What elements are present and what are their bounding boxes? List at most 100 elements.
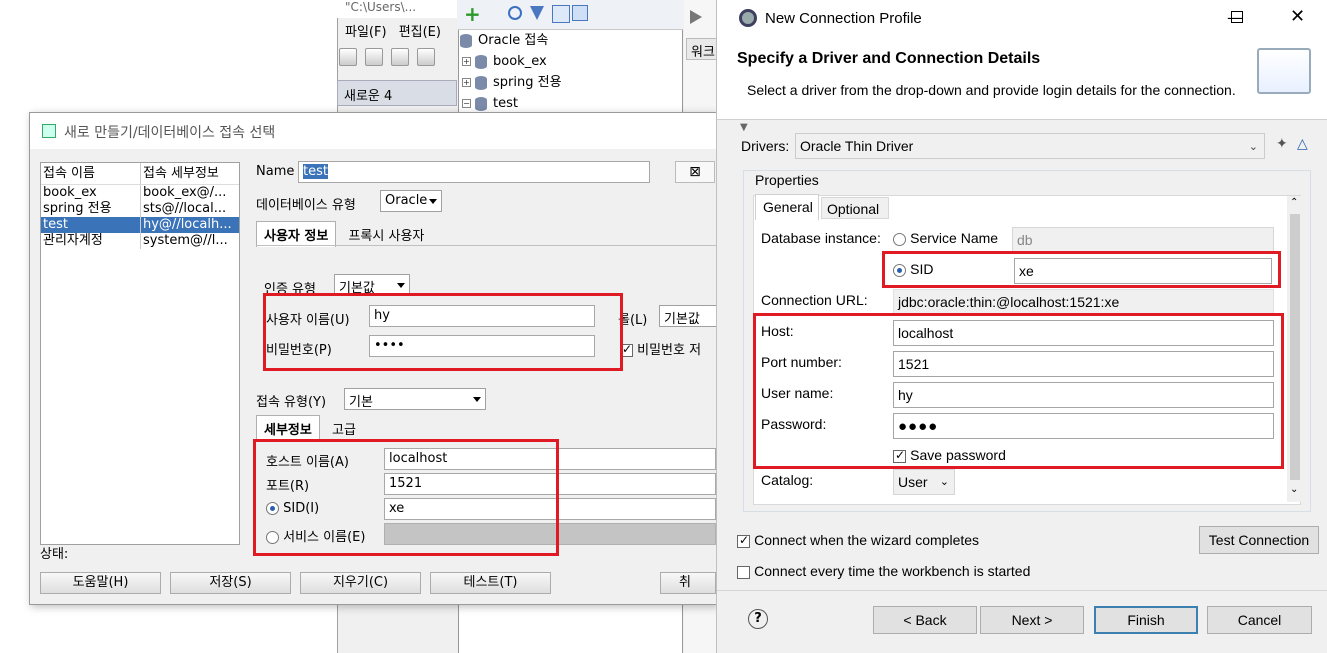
connect-wizard-checkbox[interactable] xyxy=(737,533,750,548)
ec-titlebar: New Connection Profile — ✕ xyxy=(717,0,1327,36)
database-icon xyxy=(460,33,472,48)
connect-every-label: Connect every time the workbench is star… xyxy=(754,563,1031,579)
next-button[interactable]: Next > xyxy=(980,606,1084,634)
kr-dialog-titlebar: 새로 만들기/데이터베이스 접속 선택 xyxy=(30,113,716,149)
expand-icon[interactable]: + xyxy=(462,78,471,87)
help-button[interactable]: 도움말(H) xyxy=(40,572,161,594)
navigator-toolbar: + xyxy=(458,0,683,30)
chevron-down-icon xyxy=(397,283,405,288)
filter-icon[interactable] xyxy=(530,6,544,20)
cell-name: book_ex xyxy=(43,185,97,200)
color-picker-icon[interactable]: ⊠ xyxy=(675,161,715,183)
open-folder-icon[interactable] xyxy=(365,48,384,66)
worksheet-tab-label: 워크 xyxy=(691,45,715,60)
table-row[interactable]: spring 전용 sts@//local... xyxy=(41,201,239,217)
tab-proxy-user[interactable]: 프록시 사용자 xyxy=(340,221,432,248)
table-row[interactable]: 관리자계정 system@//l... xyxy=(41,233,239,249)
save-icon[interactable] xyxy=(391,48,410,66)
service-name-radio[interactable] xyxy=(893,233,906,246)
connect-wizard-label: Connect when the wizard completes xyxy=(754,532,980,548)
tab-advanced[interactable]: 고급 xyxy=(324,415,364,442)
new-connection-icon xyxy=(42,124,56,138)
collapse-icon[interactable] xyxy=(572,5,588,21)
cell-detail: book_ex@/... xyxy=(140,185,239,201)
maximize-icon[interactable] xyxy=(1231,11,1243,23)
cell-name: spring 전용 xyxy=(43,201,112,216)
add-connection-icon[interactable]: + xyxy=(464,4,481,24)
help-icon[interactable]: ? xyxy=(748,609,768,629)
clear-button[interactable]: 지우기(C) xyxy=(300,572,421,594)
highlight-box-host xyxy=(253,439,559,556)
role-select[interactable]: 기본값 xyxy=(659,305,717,327)
chevron-down-icon: ⌄ xyxy=(1248,141,1258,153)
connect-every-option[interactable]: Connect every time the workbench is star… xyxy=(737,563,1030,580)
collapse-icon[interactable]: − xyxy=(462,99,471,108)
menu-file[interactable]: 파일(F) xyxy=(345,25,387,40)
table-row[interactable]: book_ex book_ex@/... xyxy=(41,185,239,201)
conn-type-select[interactable]: 기본 xyxy=(344,388,486,410)
tree-item[interactable]: + spring 전용 xyxy=(460,72,680,93)
service-name-input[interactable]: db xyxy=(1012,227,1274,253)
scroll-down-icon[interactable]: ⌄ xyxy=(1290,484,1298,495)
cancel-button-partial[interactable]: 취 xyxy=(660,572,716,594)
test-connection-button[interactable]: Test Connection xyxy=(1199,526,1319,554)
new-connection-profile-dialog: New Connection Profile — ✕ Specify a Dri… xyxy=(716,0,1327,653)
tab-optional[interactable]: Optional xyxy=(821,197,889,219)
catalog-value: User xyxy=(898,474,928,490)
database-icon xyxy=(475,54,487,69)
save-button[interactable]: 저장(S) xyxy=(170,572,291,594)
chevron-down-icon xyxy=(473,397,481,402)
expand-icon[interactable]: + xyxy=(462,57,471,66)
conn-url-value: jdbc:oracle:thin:@localhost:1521:xe xyxy=(898,294,1120,310)
table-row-selected[interactable]: test hy@//localh... xyxy=(41,217,239,233)
scrollbar-thumb[interactable] xyxy=(1290,214,1300,480)
db-type-label: 데이터베이스 유형 xyxy=(256,198,356,213)
back-button[interactable]: < Back xyxy=(873,606,977,634)
kr-connection-dialog: 새로 만들기/데이터베이스 접속 선택 접속 이름 접속 세부정보 book_e… xyxy=(29,112,717,605)
connection-list-header: 접속 이름 접속 세부정보 xyxy=(41,163,239,185)
tree-item[interactable]: + book_ex xyxy=(460,51,680,72)
conn-type-label: 접속 유형(Y) xyxy=(256,395,327,410)
database-icon xyxy=(475,96,487,111)
eclipse-icon xyxy=(739,9,757,27)
service-name-option[interactable]: Service Name xyxy=(893,230,998,247)
refresh-icon[interactable] xyxy=(508,6,522,20)
tab-divider xyxy=(256,245,716,246)
run-icon[interactable] xyxy=(690,10,702,24)
test-button[interactable]: 테스트(T) xyxy=(430,572,551,594)
new-driver-icon[interactable]: ✦ xyxy=(1276,136,1288,152)
tab-details[interactable]: 세부정보 xyxy=(256,415,320,441)
catalog-select[interactable]: User ⌄ xyxy=(893,469,955,495)
menu-edit[interactable]: 편집(E) xyxy=(399,25,441,40)
tab-general[interactable]: General xyxy=(755,194,819,220)
conn-url-field[interactable]: jdbc:oracle:thin:@localhost:1521:xe xyxy=(893,289,1274,315)
schema-browser-icon[interactable] xyxy=(552,5,570,23)
column-header-name[interactable]: 접속 이름 xyxy=(41,163,140,184)
name-label: Name xyxy=(256,164,295,179)
driver-select[interactable]: Oracle Thin Driver ⌄ xyxy=(795,133,1265,159)
connection-list: 접속 이름 접속 세부정보 book_ex book_ex@/... sprin… xyxy=(40,162,240,545)
database-icon xyxy=(475,75,487,90)
tree-root[interactable]: Oracle 접속 xyxy=(460,30,680,51)
connect-every-checkbox[interactable] xyxy=(737,566,750,579)
finish-button[interactable]: Finish xyxy=(1094,606,1198,634)
highlight-box-user xyxy=(263,293,623,371)
db-type-select[interactable]: Oracle xyxy=(380,190,442,212)
highlight-box-connection xyxy=(753,313,1284,469)
save-all-icon[interactable] xyxy=(417,48,436,66)
properties-scrollbar[interactable]: ⌃ ⌄ xyxy=(1287,196,1303,502)
scroll-up-icon[interactable]: ⌃ xyxy=(1290,197,1298,208)
background-editor-tab[interactable]: 새로운 4 xyxy=(337,80,457,106)
save-password-option[interactable]: 비밀번호 저 xyxy=(620,339,701,358)
connect-wizard-option[interactable]: Connect when the wizard completes xyxy=(737,532,979,549)
new-file-icon[interactable] xyxy=(339,48,357,66)
close-icon[interactable]: ✕ xyxy=(1290,6,1305,27)
tab-user-info[interactable]: 사용자 정보 xyxy=(256,221,337,247)
conn-type-value: 기본 xyxy=(349,395,373,410)
tree-item[interactable]: − test xyxy=(460,93,680,114)
column-header-detail[interactable]: 접속 세부정보 xyxy=(140,163,239,184)
edit-driver-icon[interactable]: △ xyxy=(1297,136,1308,152)
connection-name-input[interactable]: test xyxy=(298,161,650,183)
cancel-button[interactable]: Cancel xyxy=(1207,606,1312,634)
save-password-label: 비밀번호 저 xyxy=(637,343,702,358)
